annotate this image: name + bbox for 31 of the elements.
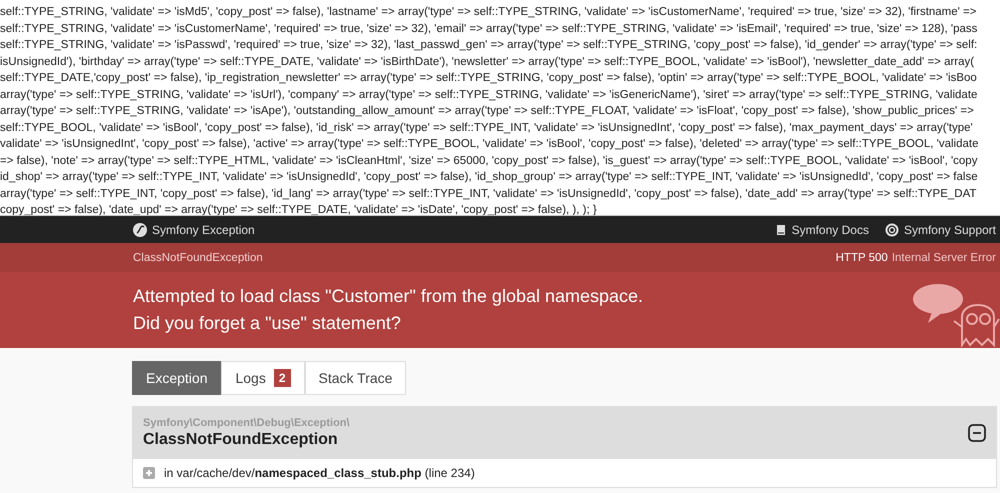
code-line: self::TYPE_STRING, 'validate' => 'isCustomerName', 'required' => true, 'size' => 32), 'email' => array('type' => self::TYPE_STRING, 'validate' => 'isEmail', 'required' => true, 'size' => 128), 'pass <box>0 22 978 36</box>
error-message: Did you forget a "use" statement? <box>133 312 402 335</box>
collapse-icon[interactable] <box>968 424 986 442</box>
code-line: self::TYPE_STRING, 'validate' => 'isPasswd', 'required' => true, 'size' => 32), 'last_passwd_gen' => array('type' => self::TYPE_STRING, 'copy_post' => false), 'id_gender' => array('type' => self: <box>0 38 978 53</box>
code-line: self::TYPE_DATE,'copy_post' => false), 'ip_registration_newsletter' => array('type' => self::TYPE_STRING, 'copy_post' => false), 'optin' => array('type' => self::TYPE_BOOL, 'validate' => 'isBoo <box>0 71 977 86</box>
code-line: validate' => 'isUnsignedInt', 'copy_post' => false), 'active' => array('type' => self::TYPE_BOOL, 'validate' => 'isBool', 'copy_post' => false), 'deleted' => array('type' => self::TYPE_BOOL, 'validate <box>0 137 978 152</box>
exception-class-label: ClassNotFoundException <box>133 252 263 264</box>
code-line: array('type' => self::TYPE_INT, 'copy_post' => false), 'id_lang' => array('type' => self::TYPE_INT, 'validate' => 'isUnsignedId', 'copy_post' => false), 'date_add' => array('type' => self::TYPE_DAT <box>0 186 976 202</box>
code-line: id_shop' => array('type' => self::TYPE_INT, 'validate' => 'isUnsignedId', 'copy_post' => false), 'id_shop_group' => array('type' => self::TYPE_INT, 'validate' => 'isUnsignedId', 'copy_post' => false <box>0 170 978 185</box>
brand-title[interactable]: Symfony Exception <box>152 222 255 236</box>
count-badge: 2 <box>274 369 291 387</box>
symfony-logo-icon <box>133 222 147 236</box>
tab[interactable]: Logs 2 <box>221 361 305 395</box>
tab[interactable]: Stack Trace <box>304 361 406 395</box>
code-line: self::TYPE_BOOL, 'validate' => 'isBool', 'copy_post' => false), 'id_risk' => array('type' => self::TYPE_INT, 'validate' => 'isUnsignedInt', 'copy_post' => false), 'max_payment_days' => array('type' <box>0 120 973 136</box>
book-icon <box>774 224 787 236</box>
lifebuoy-icon <box>884 222 899 236</box>
trace-location: in var/cache/dev/namespaced_class_stub.php (line 234) <box>164 466 475 480</box>
status-code: HTTP 500 <box>836 252 888 264</box>
code-line: self::TYPE_STRING, 'validate' => 'isMd5', 'copy_post' => false), 'lastname' => array('type' => self::TYPE_STRING, 'validate' => 'isCustomerName', 'required' => true, 'size' => 32), 'firstname' => <box>0 5 976 20</box>
header-link[interactable]: Symfony Support <box>884 222 996 236</box>
code-line: => false), 'note' => array('type' => self::TYPE_HTML, 'validate' => 'isCleanHtml', 'size' => 65000, 'copy_post' => false), 'is_guest' => array('type' => self::TYPE_BOOL, 'validate' => 'isBool', 'copy <box>0 154 978 168</box>
exception-namespace: Symfony\Component\Debug\Exception\ <box>143 417 350 429</box>
code-line: array('type' => self::TYPE_STRING, 'validate' => 'isApe'), 'outstanding_allow_amount' => array('type' => self::TYPE_FLOAT, 'validate' => 'isFloat', 'copy_post' => false), 'show_public_prices' => <box>0 104 974 119</box>
code-line: array('type' => self::TYPE_STRING, 'validate' => 'isUrl'), 'company' => array('type' => self::TYPE_STRING, 'validate' => 'isGenericName'), 'siret' => array('type' => self::TYPE_STRING, 'validate <box>0 88 978 102</box>
status-text: Internal Server Error <box>892 252 996 264</box>
error-message: Attempted to load class "Customer" from the global namespace. <box>133 285 644 308</box>
tab[interactable]: Exception <box>132 361 222 395</box>
exception-title: ClassNotFoundException <box>143 431 339 449</box>
header-link[interactable]: Symfony Docs <box>774 222 869 236</box>
code-line: isUnsignedId'), 'birthday' => array('type' => self::TYPE_DATE, 'validate' => 'isBirthDate'), 'newsletter' => array('type' => self::TYPE_BOOL, 'validate' => 'isBool'), 'newsletter_date_add' => array( <box>0 54 974 70</box>
